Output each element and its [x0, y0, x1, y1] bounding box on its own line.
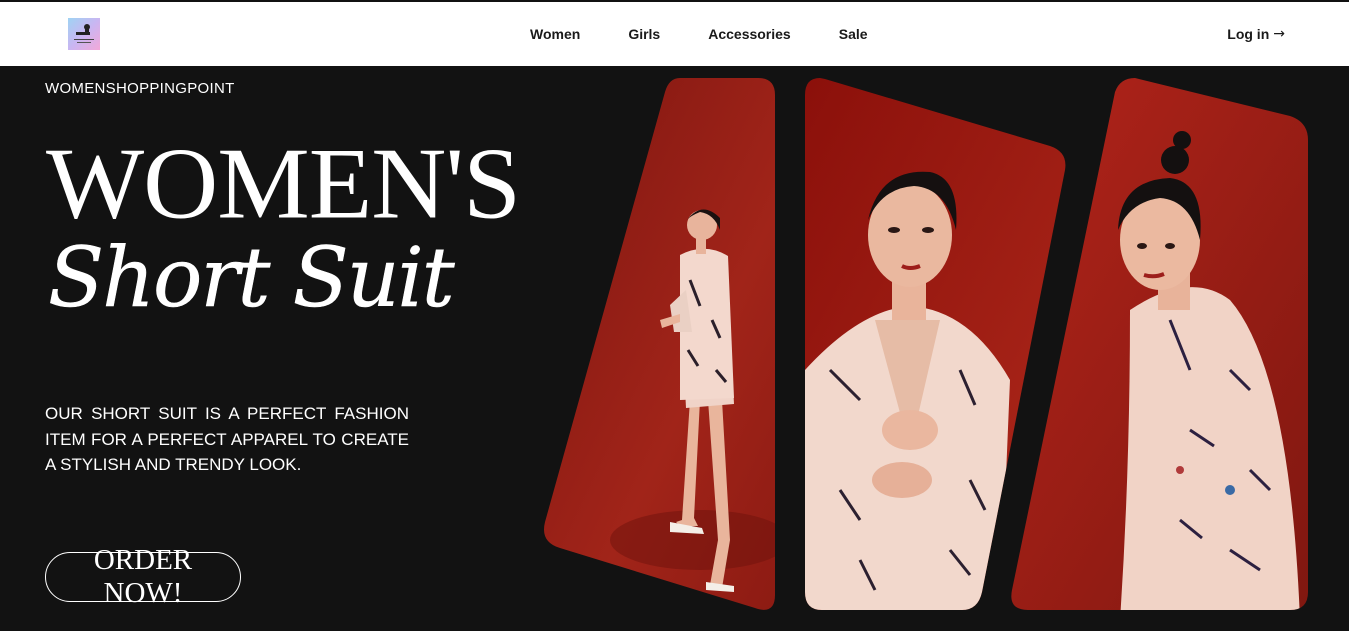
logo-icon	[74, 24, 94, 43]
hero-description: OUR SHORT SUIT IS A PERFECT FASHION ITEM…	[45, 404, 409, 474]
brand-logo[interactable]	[68, 18, 100, 50]
nav-link-accessories[interactable]: Accessories	[708, 26, 791, 42]
product-photo-1[interactable]	[530, 70, 790, 620]
arrow-right-icon: →	[1273, 26, 1285, 42]
nav-link-sale[interactable]: Sale	[839, 26, 868, 42]
login-link[interactable]: Log in →	[1227, 2, 1285, 66]
navbar: Women Girls Accessories Sale Log in →	[0, 2, 1349, 66]
nav-link-girls[interactable]: Girls	[628, 26, 660, 42]
login-label: Log in	[1227, 26, 1270, 42]
order-now-button[interactable]: ORDER NOW!	[45, 544, 241, 609]
brand-name: WOMENSHOPPINGPOINT	[45, 80, 235, 97]
nav-link-women[interactable]: Women	[530, 26, 580, 42]
hero-subtitle: Short Suit	[48, 231, 455, 326]
main-nav: Women Girls Accessories Sale	[530, 2, 916, 66]
hero-photo-gallery	[530, 70, 1308, 620]
hero-title: WOMEN'S	[46, 127, 521, 240]
